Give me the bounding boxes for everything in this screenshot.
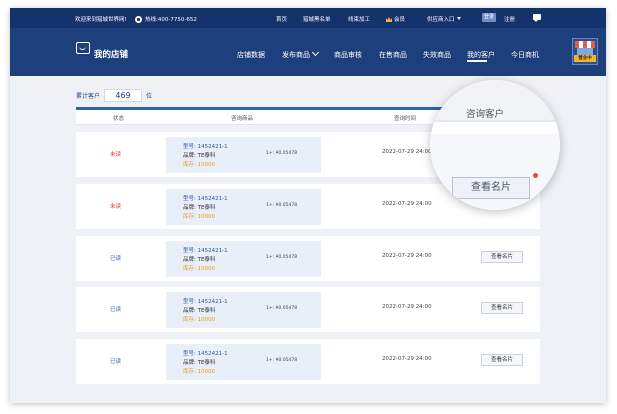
- supplier-label: 供应商入口: [427, 17, 455, 23]
- register-link[interactable]: 注册: [504, 15, 515, 23]
- product-price: 1+: ¥0.05478: [266, 255, 298, 260]
- product-brand: 品牌: TE泰科: [183, 257, 216, 263]
- top-bar: 欢迎来到猎城世界网! 热线:400-7750-652 首页 猎城黑名单 线束加工…: [10, 8, 606, 28]
- read-status: 已读: [110, 307, 122, 313]
- unread-dot: [533, 173, 538, 178]
- counter-label: 累计客户: [76, 93, 101, 100]
- product-model: 型号: 1452421-1: [183, 196, 228, 202]
- read-status: 未读: [110, 152, 122, 158]
- product-card[interactable]: 型号: 1452421-1 品牌: TE泰科 库存: 10000 1+: ¥0.054…: [166, 344, 321, 380]
- top-link-blacklist[interactable]: 猎城黑名单: [303, 15, 331, 23]
- product-stock: 库存: 10000: [183, 369, 216, 375]
- product-stock: 库存: 10000: [183, 266, 216, 272]
- query-time: 2022-07-29 24:00: [382, 149, 432, 155]
- zoom-callout: 咨询客户 查看名片: [430, 80, 560, 210]
- zoom-divider: [430, 120, 560, 132]
- product-price: 1+: ¥0.05478: [266, 203, 298, 208]
- hotline-text: 热线:400-7750-652: [145, 17, 197, 23]
- store-title: 我的店铺: [94, 50, 129, 60]
- nav-publish-products[interactable]: 发布商品: [282, 48, 320, 60]
- login-button[interactable]: 登录: [482, 13, 496, 22]
- nav-store-data[interactable]: 店铺数据: [237, 50, 265, 60]
- product-card[interactable]: 型号: 1452421-1 品牌: TE泰科 库存: 10000 1+: ¥0.054…: [166, 241, 321, 277]
- query-time: 2022-07-29 24:00: [382, 304, 432, 310]
- app-window: 欢迎来到猎城世界网! 热线:400-7750-652 首页 猎城黑名单 线束加工…: [10, 8, 606, 403]
- product-model: 型号: 1452421-1: [183, 248, 228, 254]
- zoom-header-title: 咨询客户: [466, 109, 505, 120]
- zoom-header: 咨询客户: [430, 80, 560, 120]
- product-stock: 库存: 10000: [183, 317, 216, 323]
- chevron-down-icon: [311, 48, 320, 57]
- query-time: 2022-07-29 24:00: [382, 201, 432, 207]
- top-link-harness[interactable]: 线束加工: [348, 15, 370, 23]
- nav-today-opportunities[interactable]: 今日商机: [511, 50, 539, 60]
- product-card[interactable]: 型号: 1452421-1 品牌: TE泰科 库存: 10000 1+: ¥0.054…: [166, 292, 321, 328]
- product-price: 1+: ¥0.05478: [266, 151, 298, 156]
- product-stock: 库存: 10000: [183, 162, 216, 168]
- nav-on-sale[interactable]: 在售商品: [379, 50, 407, 60]
- awning-icon: [575, 41, 595, 48]
- customer-counter: 累计客户 469 位: [76, 89, 152, 102]
- nav-invalid-products[interactable]: 失效商品: [423, 50, 451, 60]
- top-link-home[interactable]: 首页: [276, 15, 287, 23]
- read-status: 已读: [110, 256, 122, 262]
- main-header: 我的店铺 店铺数据 发布商品 商品审核 在售商品 失效商品 我的客户 今日商机 …: [10, 28, 606, 76]
- product-brand: 品牌: TE泰科: [183, 205, 216, 211]
- table-row: 已读 型号: 1452421-1 品牌: TE泰科 库存: 10000 1+: ¥0.0…: [76, 339, 540, 384]
- message-icon[interactable]: [533, 14, 541, 22]
- header-status: 状态: [113, 116, 125, 122]
- store-icon: [76, 42, 90, 54]
- hotline: 热线:400-7750-652: [135, 15, 197, 23]
- view-card-button[interactable]: 查看名片: [481, 302, 523, 314]
- product-brand: 品牌: TE泰科: [183, 360, 216, 366]
- view-card-button-zoomed[interactable]: 查看名片: [452, 177, 530, 199]
- product-model: 型号: 1452421-1: [183, 144, 228, 150]
- counter-unit: 位: [146, 93, 153, 100]
- product-card[interactable]: 型号: 1452421-1 品牌: TE泰科 库存: 10000 1+: ¥0.054…: [166, 137, 321, 173]
- read-status: 未读: [110, 204, 122, 210]
- product-price: 1+: ¥0.05478: [266, 306, 298, 311]
- nav-active-indicator: [467, 60, 487, 62]
- product-price: 1+: ¥0.05478: [266, 358, 298, 363]
- caret-down-icon: [456, 17, 461, 20]
- read-status: 已读: [110, 359, 122, 365]
- phone-icon: [135, 15, 142, 23]
- welcome-text: 欢迎来到猎城世界网!: [75, 17, 127, 23]
- header-time: 查询时间: [394, 116, 417, 122]
- crown-icon: [386, 17, 392, 22]
- top-link-member[interactable]: 会员: [386, 15, 405, 23]
- member-label: 会员: [394, 17, 406, 23]
- header-product: 咨询商品: [231, 116, 254, 122]
- view-card-button[interactable]: 查看名片: [481, 354, 523, 366]
- view-card-button[interactable]: 查看名片: [481, 251, 523, 263]
- product-model: 型号: 1452421-1: [183, 351, 228, 357]
- store-open-badge[interactable]: 营业中: [572, 38, 598, 65]
- product-model: 型号: 1452421-1: [183, 299, 228, 305]
- table-row: 已读 型号: 1452421-1 品牌: TE泰科 库存: 10000 1+: ¥0.0…: [76, 236, 540, 281]
- query-time: 2022-07-29 24:00: [382, 253, 432, 259]
- counter-value: 469: [104, 89, 143, 102]
- product-brand: 品牌: TE泰科: [183, 308, 216, 314]
- query-time: 2022-07-29 24:00: [382, 356, 432, 362]
- product-card[interactable]: 型号: 1452421-1 品牌: TE泰科 库存: 10000 1+: ¥0.054…: [166, 189, 321, 225]
- table-row: 已读 型号: 1452421-1 品牌: TE泰科 库存: 10000 1+: ¥0.0…: [76, 287, 540, 332]
- nav-product-review[interactable]: 商品审核: [334, 50, 362, 60]
- top-link-supplier[interactable]: 供应商入口: [427, 15, 461, 23]
- nav-my-customers[interactable]: 我的客户: [467, 50, 495, 60]
- store-status-label: 营业中: [574, 55, 596, 62]
- nav-publish-label: 发布商品: [282, 51, 310, 59]
- product-stock: 库存: 10000: [183, 214, 216, 220]
- product-brand: 品牌: TE泰科: [183, 153, 216, 159]
